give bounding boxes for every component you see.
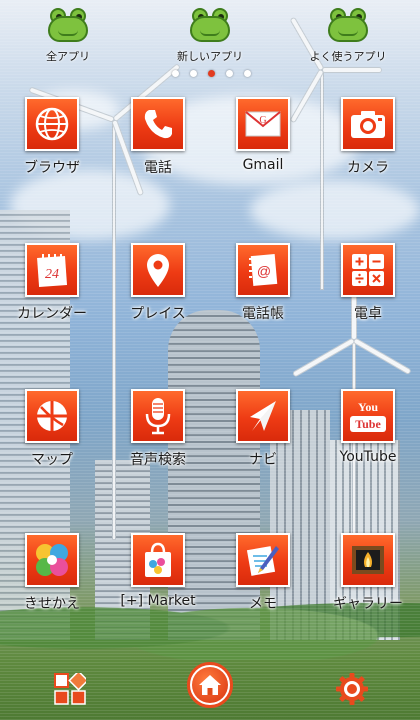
app-label: カレンダー <box>17 306 87 322</box>
app-contacts[interactable]: @ 電話帳 <box>211 243 315 323</box>
dock-frequent-apps-button[interactable]: よく使うアプリ <box>298 8 398 64</box>
svg-text:@: @ <box>257 263 271 279</box>
app-theme[interactable]: きせかえ <box>0 533 104 613</box>
svg-text:G: G <box>259 115 266 126</box>
app-gmail[interactable]: G Gmail <box>211 97 315 173</box>
app-calculator[interactable]: 電卓 <box>316 243 420 323</box>
dock-new-apps-button[interactable]: 新しいアプリ <box>160 8 260 64</box>
app-label: メモ <box>249 596 277 612</box>
wind-turbine-mast <box>112 120 116 540</box>
app-label: [+] Market <box>120 593 196 609</box>
home-button[interactable] <box>187 662 233 708</box>
home-icon <box>192 667 228 703</box>
page-dot-active[interactable] <box>208 70 215 77</box>
top-dock: 全アプリ 新しいアプリ よく使うアプリ <box>0 0 420 82</box>
app-market[interactable]: [+] Market <box>106 533 210 609</box>
app-label: ギャラリー <box>333 596 403 612</box>
page-dot[interactable] <box>172 70 179 77</box>
app-label: Gmail <box>242 157 284 173</box>
app-browser[interactable]: ブラウザ <box>0 97 104 177</box>
app-label: 電卓 <box>354 306 382 322</box>
app-drawer-grid-icon[interactable] <box>53 672 87 706</box>
app-label: マップ <box>31 452 73 468</box>
app-youtube[interactable]: You Tube YouTube <box>316 389 420 465</box>
gallery-picture-icon <box>341 533 395 587</box>
page-dot[interactable] <box>226 70 233 77</box>
app-label: きせかえ <box>24 596 80 612</box>
app-navigation[interactable]: ナビ <box>211 389 315 469</box>
navigation-arrow-icon <box>236 389 290 443</box>
app-voice-search[interactable]: 音声検索 <box>106 389 210 469</box>
mail-envelope-icon: G <box>236 97 290 151</box>
app-label: 電話帳 <box>242 306 284 322</box>
settings-gear-icon[interactable] <box>334 671 370 707</box>
dock-all-apps-button[interactable]: 全アプリ <box>18 8 118 64</box>
map-pin-icon <box>131 243 185 297</box>
dock-label: よく使うアプリ <box>309 50 387 63</box>
memo-pencil-icon <box>236 533 290 587</box>
app-map[interactable]: マップ <box>0 389 104 469</box>
market-bag-icon <box>131 533 185 587</box>
app-label: ブラウザ <box>24 160 80 176</box>
frog-icon <box>48 8 88 44</box>
cloud <box>250 180 420 240</box>
frog-icon <box>328 8 368 44</box>
app-camera[interactable]: カメラ <box>316 97 420 177</box>
dock-label: 全アプリ <box>46 50 90 63</box>
svg-text:24: 24 <box>45 267 59 282</box>
theme-flower-icon <box>25 533 79 587</box>
wind-turbine-blade <box>291 337 356 378</box>
app-label: 音声検索 <box>130 452 186 468</box>
app-gallery[interactable]: ギャラリー <box>316 533 420 613</box>
app-label: カメラ <box>347 160 389 176</box>
bottom-bar <box>0 660 420 720</box>
app-memo[interactable]: メモ <box>211 533 315 613</box>
contacts-book-icon: @ <box>236 243 290 297</box>
map-icon <box>25 389 79 443</box>
calendar-icon: 24 <box>25 243 79 297</box>
app-label: 電話 <box>144 160 172 176</box>
svg-text:Tube: Tube <box>355 417 381 431</box>
frog-icon <box>190 8 230 44</box>
phone-icon <box>131 97 185 151</box>
page-indicator <box>172 70 251 77</box>
calculator-icon <box>341 243 395 297</box>
app-places[interactable]: プレイス <box>106 243 210 323</box>
dock-label: 新しいアプリ <box>177 50 243 63</box>
page-dot[interactable] <box>244 70 251 77</box>
app-label: ナビ <box>249 452 277 468</box>
app-calendar[interactable]: 24 カレンダー <box>0 243 104 323</box>
wind-turbine-blade <box>352 337 412 376</box>
app-phone[interactable]: 電話 <box>106 97 210 177</box>
app-label: プレイス <box>130 306 186 322</box>
globe-icon <box>25 97 79 151</box>
app-label: YouTube <box>339 449 397 465</box>
svg-text:You: You <box>358 400 378 414</box>
youtube-icon: You Tube <box>341 389 395 443</box>
microphone-icon <box>131 389 185 443</box>
camera-icon <box>341 97 395 151</box>
page-dot[interactable] <box>190 70 197 77</box>
